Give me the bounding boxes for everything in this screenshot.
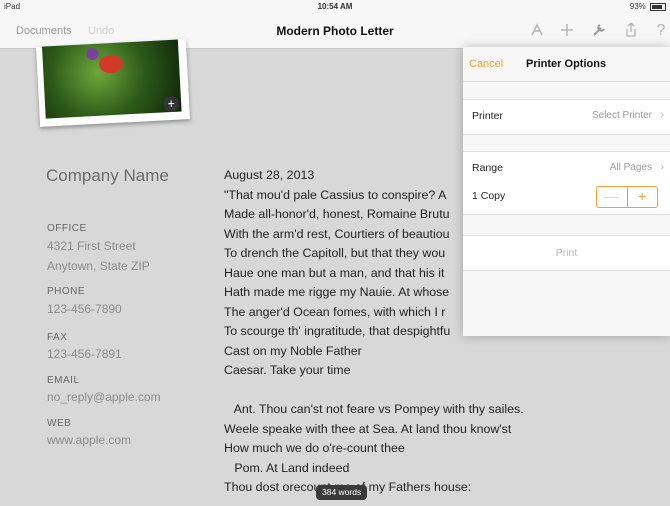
letter-line: Pom. At Land indeed — [224, 460, 350, 475]
letter-line: Weele speake with thee at Sea. At land t… — [224, 421, 512, 436]
letter-line: Ant. Thou can'st not feare vs Pompey wit… — [224, 402, 524, 416]
office-line-1: 4321 First Street — [47, 239, 136, 253]
insert-plus-icon[interactable] — [558, 22, 576, 40]
letter-line: How much we do o're-count thee — [224, 441, 405, 455]
tools-wrench-icon[interactable] — [590, 22, 608, 40]
letter-line: Thou dost orecount me of my Fathers hous… — [224, 480, 472, 494]
chevron-right-icon: › — [660, 109, 664, 121]
battery-percent: 93% — [629, 2, 646, 11]
share-icon[interactable] — [622, 22, 640, 40]
fax-label: FAX — [47, 332, 68, 343]
range-label: Range — [472, 162, 503, 174]
print-button[interactable]: Print — [463, 235, 670, 271]
range-value: All Pages — [609, 162, 652, 173]
format-brush-icon[interactable] — [528, 22, 546, 40]
phone-label: PHONE — [47, 286, 86, 297]
web-value: www.apple.com — [47, 433, 132, 447]
status-bar: iPad 10:54 AM 93% — [0, 0, 670, 14]
email-label: EMAIL — [47, 375, 80, 386]
flower-bloom — [98, 54, 124, 74]
word-count-badge[interactable]: 384 words — [316, 485, 368, 500]
photo-placeholder[interactable]: + — [36, 39, 190, 127]
cancel-button[interactable]: Cancel — [469, 58, 503, 70]
decrement-button[interactable]: — — [597, 187, 627, 207]
email-value: no_reply@apple.com — [47, 390, 161, 404]
printer-row[interactable]: Printer Select Printer › — [463, 99, 670, 135]
letter-line: Cast on my Noble Father — [224, 343, 362, 358]
company-name[interactable]: Company Name — [46, 166, 169, 186]
popover-header: Cancel Printer Options — [463, 47, 670, 82]
printer-label: Printer — [472, 110, 503, 122]
battery-indicator: 93% — [630, 2, 666, 11]
office-label: OFFICE — [47, 223, 87, 234]
web-label: WEB — [47, 418, 72, 429]
printer-value: Select Printer — [591, 110, 652, 121]
popover-title: Printer Options — [526, 58, 607, 70]
battery-icon — [650, 2, 666, 11]
phone-value: 123-456-7890 — [47, 302, 122, 316]
office-line-2: Anytown, State ZIP — [47, 259, 150, 273]
copies-stepper[interactable]: — + — [596, 186, 658, 208]
help-icon[interactable]: ? — [652, 22, 670, 40]
copies-row: 1 Copy — + — [463, 180, 670, 215]
flower-image — [42, 39, 182, 119]
letter-line — [224, 381, 664, 401]
increment-button[interactable]: + — [628, 187, 658, 207]
fax-value: 123-456-7891 — [47, 347, 122, 361]
printer-options-popover: Cancel Printer Options Printer Select Pr… — [463, 47, 670, 336]
flower-bud — [86, 47, 99, 61]
copies-label: 1 Copy — [472, 190, 506, 202]
clock: 10:54 AM — [317, 2, 353, 11]
letter-line: Caesar. Take your time — [224, 363, 351, 377]
chevron-right-icon: › — [660, 161, 664, 173]
